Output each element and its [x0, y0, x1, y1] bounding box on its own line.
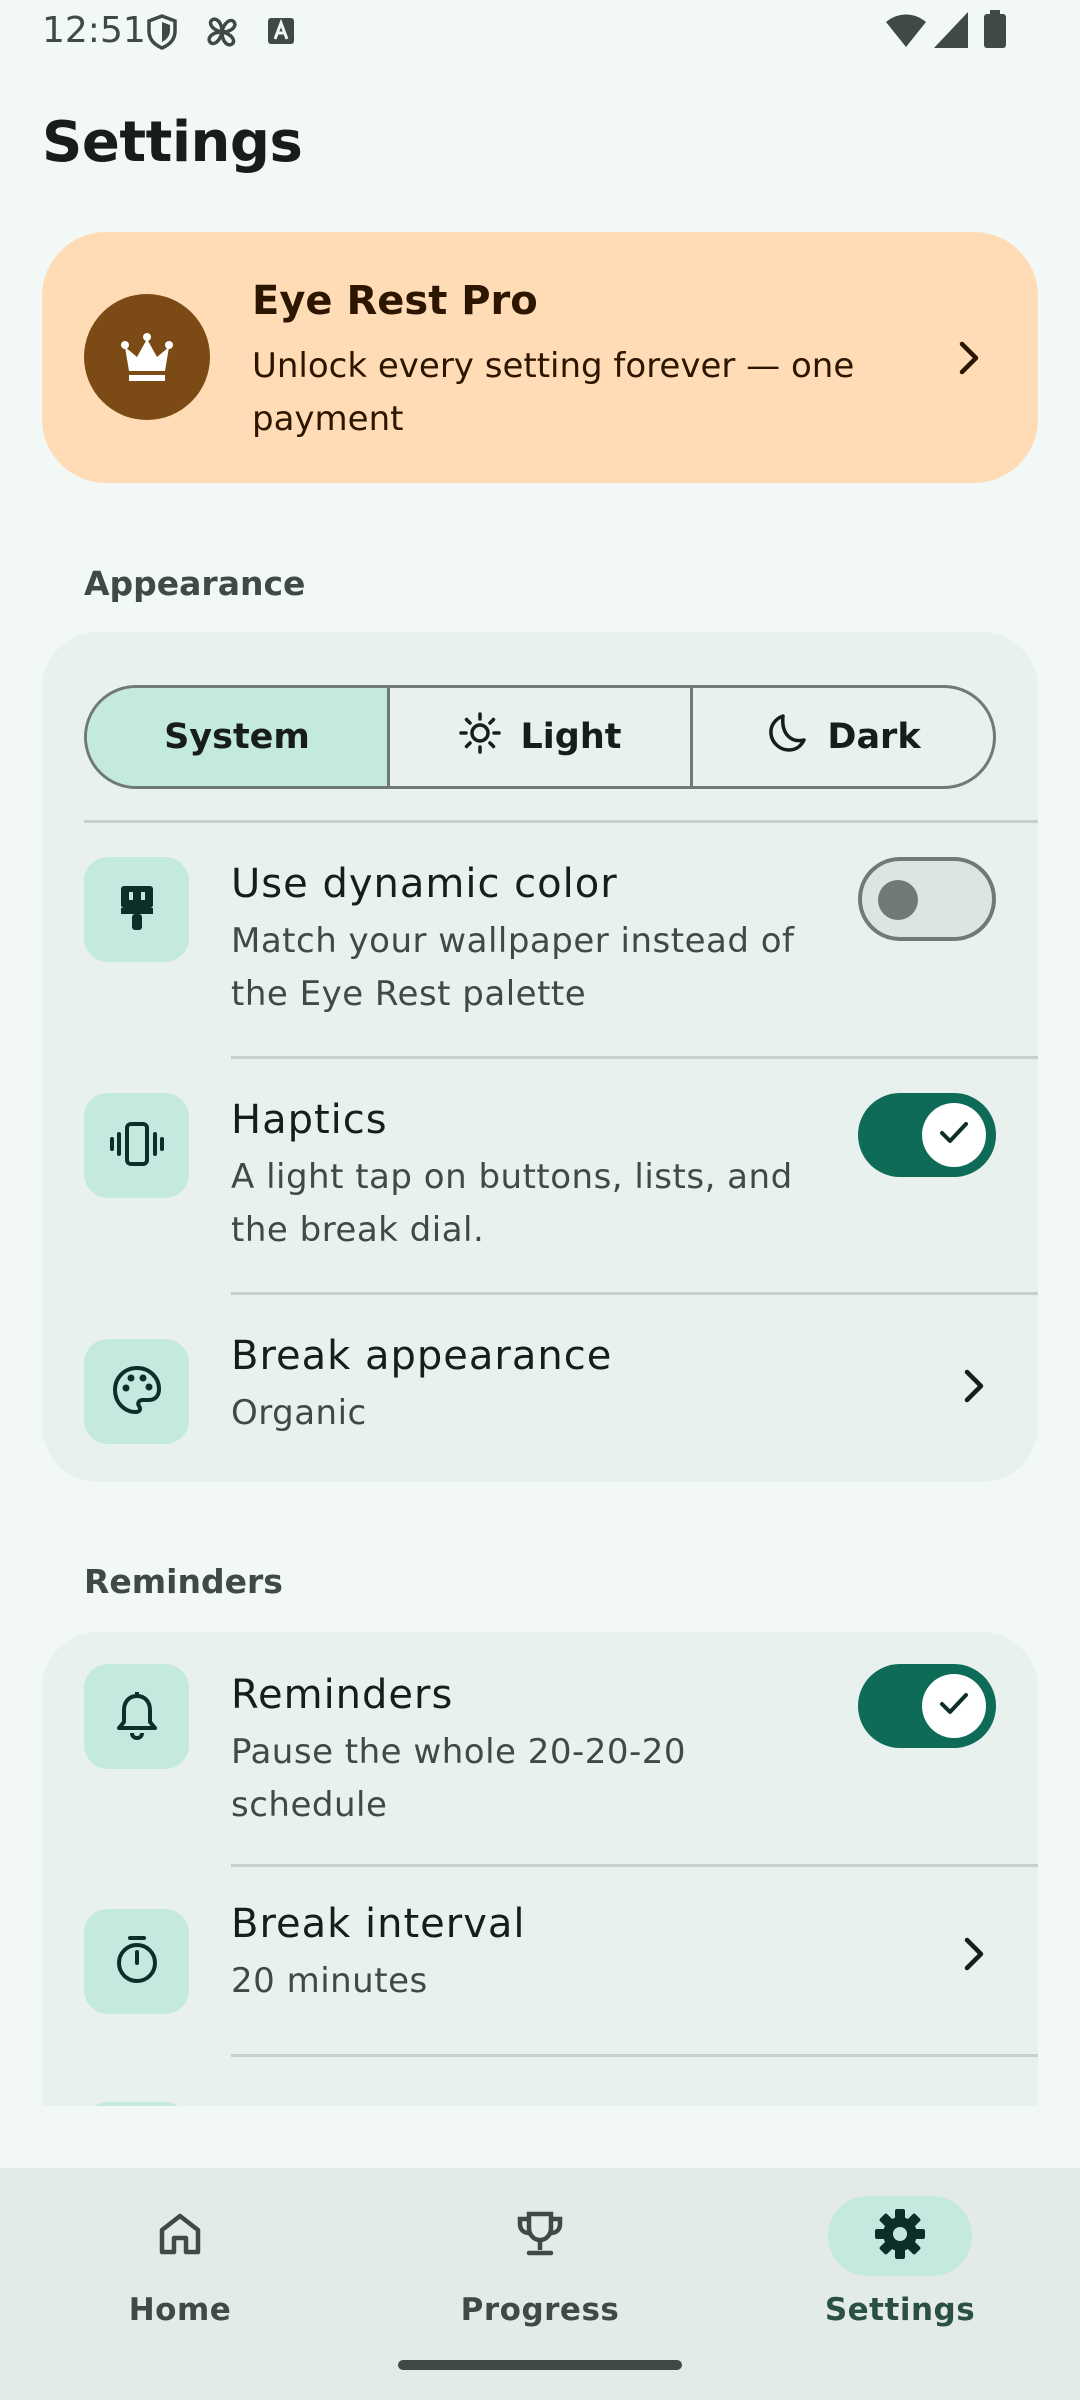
row-icon-container	[84, 1909, 189, 2014]
dynamic-color-toggle[interactable]	[858, 857, 996, 941]
pinwheel-icon	[202, 12, 242, 56]
row-title: Break appearance	[231, 1333, 613, 1379]
row-icon-container	[84, 1093, 189, 1198]
reminders-card: Reminders Pause the whole 20-20-20 sched…	[42, 1632, 1038, 2106]
row-title: Reminders	[231, 1672, 454, 1718]
row-subtitle: A light tap on buttons, lists, and the b…	[231, 1157, 793, 1250]
section-label-appearance: Appearance	[84, 564, 306, 603]
row-title: Use dynamic color	[231, 861, 618, 907]
chevron-right-icon	[958, 1935, 988, 1977]
haptics-toggle[interactable]	[858, 1093, 996, 1177]
theme-option-light[interactable]: Light	[390, 688, 693, 786]
row-subtitle: 20 minutes	[231, 1961, 428, 2001]
status-time: 12:51	[42, 10, 146, 51]
row-subtitle: Pause the whole 20-20-20 schedule	[231, 1732, 687, 1825]
row-title: Haptics	[231, 1097, 388, 1143]
pro-badge	[84, 294, 210, 420]
theme-selector: System Light Dark	[84, 685, 996, 789]
theme-option-label: Light	[520, 717, 622, 757]
theme-option-system[interactable]: System	[87, 688, 390, 786]
check-icon	[938, 1690, 970, 1722]
toggle-knob	[878, 880, 918, 920]
setting-row-break-interval[interactable]: Break interval 20 minutes	[42, 1867, 1038, 2054]
reminders-toggle[interactable]	[858, 1664, 996, 1748]
setting-row-dynamic-color[interactable]: Use dynamic color Match your wallpaper i…	[42, 823, 1038, 1057]
page-title: Settings	[42, 110, 303, 175]
setting-row-break-appearance[interactable]: Break appearance Organic	[42, 1295, 1038, 1482]
nav-item-progress[interactable]: Progress	[420, 2180, 660, 2330]
nav-label: Home	[128, 2292, 232, 2328]
row-title: Break interval	[231, 1901, 526, 1947]
pro-upgrade-card[interactable]: Eye Rest Pro Unlock every setting foreve…	[42, 232, 1038, 483]
home-icon	[156, 2210, 204, 2262]
theme-option-label: Dark	[827, 717, 921, 757]
chevron-right-icon	[950, 338, 986, 382]
divider	[231, 2054, 1038, 2057]
nav-item-settings[interactable]: Settings	[780, 2180, 1020, 2330]
trophy-icon	[515, 2210, 565, 2262]
check-icon	[938, 1119, 970, 1151]
gear-icon	[873, 2207, 927, 2265]
nav-label: Settings	[824, 2292, 976, 2328]
setting-row-haptics[interactable]: Haptics A light tap on buttons, lists, a…	[42, 1059, 1038, 1293]
nav-indicator	[828, 2196, 972, 2276]
nav-indicator	[468, 2196, 612, 2276]
row-subtitle: Match your wallpaper instead of the Eye …	[231, 921, 795, 1014]
row-icon-container	[84, 1664, 189, 1769]
bell-icon	[115, 1690, 159, 1744]
theme-option-dark[interactable]: Dark	[693, 688, 993, 786]
status-bar: 12:51	[0, 0, 1080, 62]
nav-indicator	[108, 2196, 252, 2276]
appearance-card: System Light Dark Use dynamic color Matc…	[42, 632, 1038, 1482]
chevron-right-icon	[958, 1367, 988, 1409]
vibration-icon	[109, 1120, 165, 1172]
toggle-knob	[922, 1103, 986, 1167]
timer-icon	[114, 1934, 160, 1990]
battery-icon	[984, 10, 1006, 52]
shield-icon	[146, 14, 178, 54]
nav-label: Progress	[460, 2292, 620, 2328]
theme-option-label: System	[164, 717, 310, 757]
row-icon-container	[84, 857, 189, 962]
font-a-icon	[268, 18, 294, 48]
row-icon-container	[84, 1339, 189, 1444]
sun-icon	[458, 711, 502, 764]
section-label-reminders: Reminders	[84, 1562, 283, 1601]
paint-brush-icon	[115, 882, 159, 938]
signal-icon	[934, 12, 968, 52]
pro-title: Eye Rest Pro	[252, 278, 538, 324]
pro-subtitle: Unlock every setting forever — one payme…	[252, 346, 855, 439]
setting-row-reminders[interactable]: Reminders Pause the whole 20-20-20 sched…	[42, 1632, 1038, 1864]
row-subtitle: Organic	[231, 1393, 367, 1433]
palette-icon	[111, 1364, 163, 1420]
row-icon-container	[84, 2102, 189, 2106]
toggle-knob	[922, 1674, 986, 1738]
home-indicator[interactable]	[398, 2360, 682, 2370]
moon-icon	[765, 711, 809, 764]
nav-item-home[interactable]: Home	[60, 2180, 300, 2330]
wifi-icon	[886, 14, 926, 52]
